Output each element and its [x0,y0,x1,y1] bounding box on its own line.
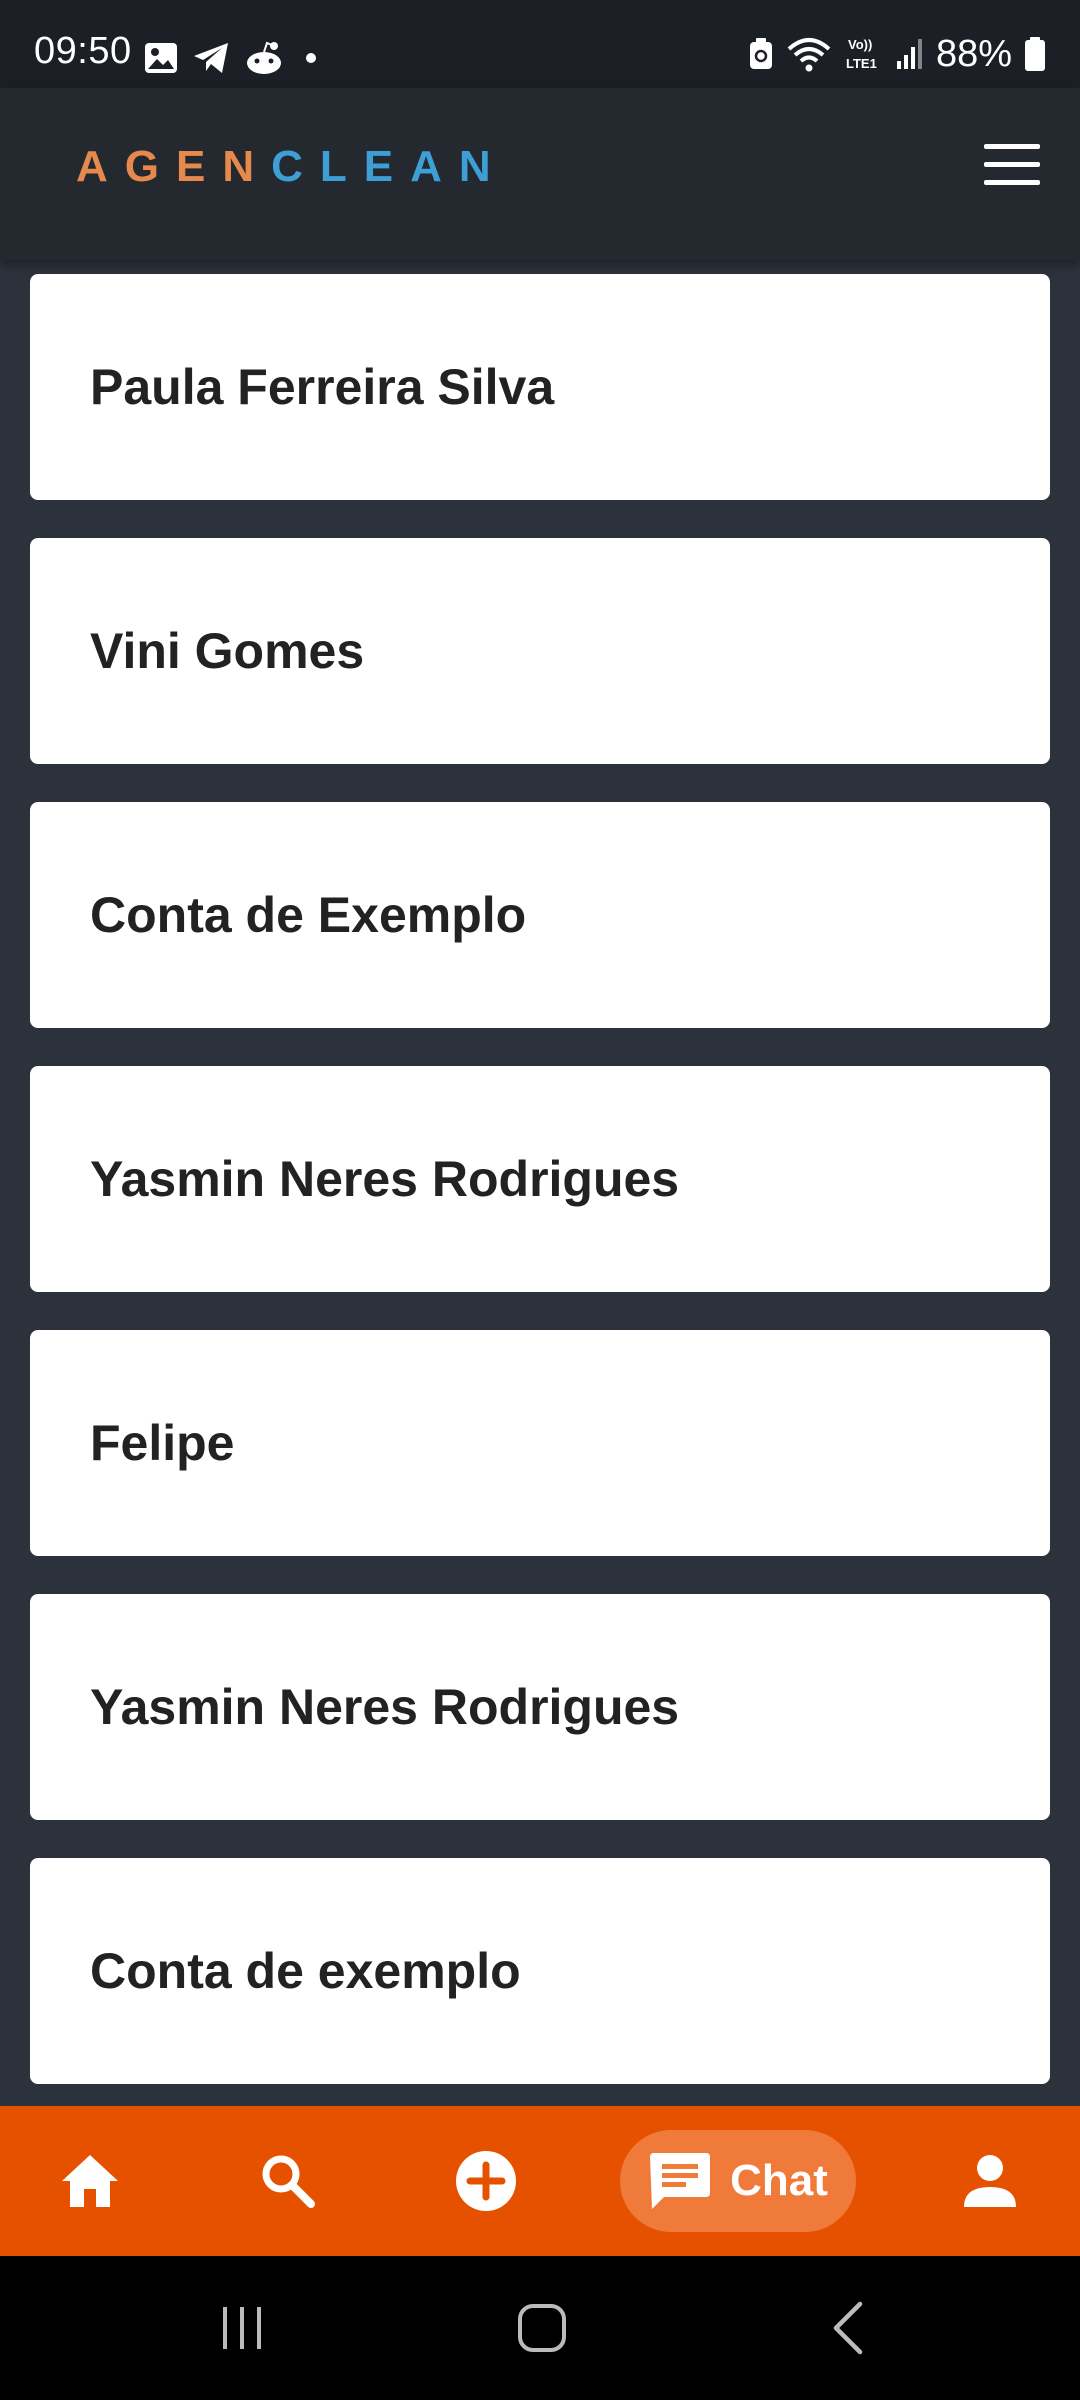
back-button[interactable] [768,2256,928,2400]
signal-icon [896,39,922,69]
battery-percentage: 88% [935,32,1012,75]
home-icon [62,2155,118,2207]
bottom-navigation: Chat [0,2106,1080,2256]
contact-name: Paula Ferreira Silva [90,359,555,415]
telegram-icon [194,43,228,73]
status-time: 09:50 [34,30,132,72]
wifi-icon [787,38,831,72]
status-bar: 09:50 Vo)) LTE1 88% [0,0,1080,88]
battery-saver-icon [749,38,772,69]
search-icon [262,2155,315,2208]
reddit-icon [247,41,281,74]
battery-icon [1025,37,1045,71]
recent-apps-button[interactable] [162,2256,322,2400]
list-item[interactable]: Conta de Exemplo [30,802,1050,1028]
nav-chat-button[interactable]: Chat [620,2130,856,2232]
contact-name: Conta de Exemplo [90,887,527,943]
hamburger-menu-icon[interactable] [984,144,1040,188]
svg-text:Vo)): Vo)) [848,37,872,52]
system-navigation-bar [0,2256,1080,2400]
nav-chat-label: Chat [730,2156,828,2205]
back-chevron-icon [833,2301,863,2355]
app-header: AGENCLEAN [0,88,1080,260]
contact-name: Yasmin Neres Rodrigues [90,1151,680,1207]
logo-part-agen: AGEN [76,142,272,191]
nav-add-button[interactable] [436,2106,536,2256]
home-system-button[interactable] [462,2256,622,2400]
volte-icon: Vo)) LTE1 [846,37,877,71]
home-square-icon [518,2304,566,2352]
contact-name: Felipe [90,1415,235,1471]
image-icon [145,43,177,73]
system-icons: Vo)) LTE1 88% [748,30,1046,78]
contact-name: Vini Gomes [90,623,365,679]
contact-name: Yasmin Neres Rodrigues [90,1679,680,1735]
nav-home-button[interactable] [40,2106,140,2256]
logo-part-clean: CLEAN [271,142,508,191]
list-item[interactable]: Yasmin Neres Rodrigues [30,1066,1050,1292]
contact-name: Conta de exemplo [90,1943,521,1999]
recent-apps-icon [223,2307,261,2349]
contact-list: Paula Ferreira Silva Vini Gomes Conta de… [30,274,1050,2122]
chat-icon [650,2153,711,2209]
nav-profile-button[interactable] [940,2106,1040,2256]
nav-search-button[interactable] [238,2106,338,2256]
dot-icon [306,53,316,63]
app-logo: AGENCLEAN [76,142,508,192]
person-icon [964,2155,1016,2207]
svg-text:LTE1: LTE1 [846,56,877,71]
list-item[interactable]: Vini Gomes [30,538,1050,764]
add-circle-icon [456,2151,516,2211]
list-item[interactable]: Yasmin Neres Rodrigues [30,1594,1050,1820]
list-item[interactable]: Paula Ferreira Silva [30,274,1050,500]
list-item[interactable]: Conta de exemplo [30,1858,1050,2084]
list-item[interactable]: Felipe [30,1330,1050,1556]
notification-icons [144,38,324,78]
